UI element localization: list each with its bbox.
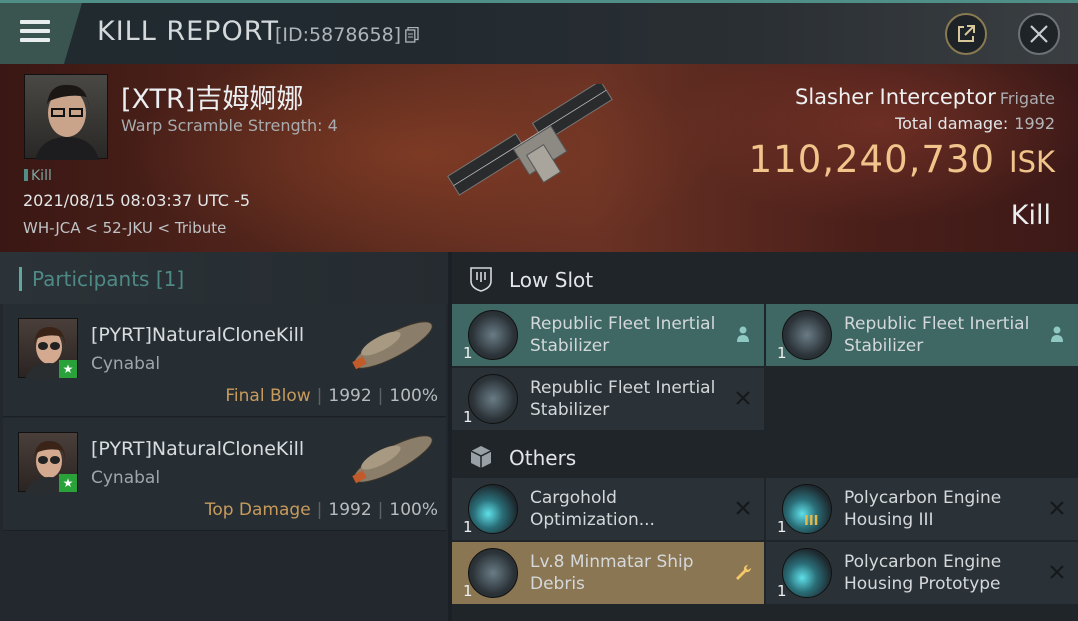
section-others: Others — [452, 430, 1078, 482]
item-slot[interactable]: 1 Lv.8 Minmatar Ship Debris — [452, 542, 764, 604]
participant-role: Top Damage — [204, 500, 311, 520]
wrench-icon — [736, 564, 752, 580]
close-button[interactable] — [1018, 13, 1060, 55]
external-link-icon — [958, 25, 975, 42]
stabilizer-icon — [782, 310, 832, 360]
participant-row[interactable]: ★ [PYRT]NaturalCloneKill Cynabal Final B… — [3, 304, 446, 417]
portrait-image — [35, 84, 99, 160]
ship-name[interactable]: Slasher Interceptor — [795, 85, 996, 109]
item-name: Cargohold Optimization... — [530, 488, 655, 530]
separator: | — [377, 500, 384, 520]
item-quantity: 1 — [463, 582, 473, 600]
damage-value: 1992 — [1014, 114, 1055, 133]
participant-stats: Top Damage | 1992 | 100% — [205, 500, 438, 520]
victim-subtitle: Warp Scramble Strength: 4 — [121, 116, 338, 135]
header-bar: KILL REPORT [ID:5878658] — [0, 0, 1078, 64]
page-title: KILL REPORT — [97, 16, 279, 47]
ship-render — [447, 84, 613, 196]
rig-icon — [782, 548, 832, 598]
kill-summary-banner: [XTR]吉姆婀娜 Warp Scramble Strength: 4 Kill… — [0, 64, 1078, 252]
dropped-person-icon — [1051, 326, 1063, 342]
copy-icon[interactable] — [405, 27, 419, 43]
participant-damage: 1992 — [328, 500, 372, 520]
participant-ship[interactable]: Cynabal — [91, 468, 160, 488]
participant-name[interactable]: [PYRT]NaturalCloneKill — [91, 438, 304, 460]
ship-line: Slasher Interceptor Frigate — [795, 85, 1055, 109]
section-low-slot: Low Slot — [452, 252, 1078, 304]
participants-header: Participants [1] — [0, 252, 448, 304]
item-slot[interactable]: III 1 Polycarbon Engine Housing III — [766, 478, 1078, 540]
standing-badge: ★ — [59, 474, 77, 492]
isk-value: 110,240,730 — [748, 138, 996, 181]
participant-name[interactable]: [PYRT]NaturalCloneKill — [91, 324, 304, 346]
items-panel: Low Slot 1 Republic Fleet Inertial Stabi… — [452, 252, 1078, 621]
menu-button[interactable] — [0, 3, 82, 64]
participant-ship[interactable]: Cynabal — [91, 354, 160, 374]
ship-class: Frigate — [999, 89, 1055, 108]
participants-panel: Participants [1] ★ [PYRT]NaturalCloneKil… — [0, 252, 448, 621]
participants-title: Participants [1] — [32, 267, 185, 291]
item-name: Lv.8 Minmatar Ship Debris — [530, 552, 694, 594]
victim-avatar[interactable] — [24, 74, 108, 160]
separator: | — [316, 386, 323, 406]
item-slot[interactable]: 1 Republic Fleet Inertial Stabilizer — [452, 304, 764, 366]
kill-tag-label: Kill — [31, 168, 52, 184]
low-slot-icon — [470, 267, 492, 292]
kill-timestamp: 2021/08/15 08:03:37 UTC -5 — [23, 191, 251, 210]
isk-unit: ISK — [1009, 145, 1055, 179]
participant-damage: 1992 — [328, 386, 372, 406]
section-title: Low Slot — [509, 268, 594, 292]
destroyed-x-icon — [736, 391, 750, 405]
total-damage: Total damage: 1992 — [895, 114, 1055, 133]
item-quantity: 1 — [463, 518, 473, 536]
share-button[interactable] — [945, 13, 987, 55]
victim-name[interactable]: [XTR]吉姆婀娜 — [121, 77, 303, 116]
item-name: Polycarbon Engine Housing III — [844, 488, 1002, 530]
separator: | — [377, 386, 384, 406]
section-title: Others — [509, 446, 577, 470]
participant-ship-image — [352, 435, 433, 484]
stabilizer-icon — [468, 374, 518, 424]
item-quantity: 1 — [777, 582, 787, 600]
debris-icon — [468, 548, 518, 598]
damage-label: Total damage: — [895, 114, 1009, 133]
participant-percent: 100% — [389, 500, 438, 520]
kill-location[interactable]: WH-JCA < 52-JKU < Tribute — [23, 219, 226, 237]
item-slot[interactable]: 1 Republic Fleet Inertial Stabilizer — [766, 304, 1078, 366]
rig-icon — [468, 484, 518, 534]
result-label: Kill — [1010, 200, 1051, 231]
item-quantity: 1 — [463, 408, 473, 426]
item-quantity: 1 — [777, 518, 787, 536]
item-name: Polycarbon Engine Housing Prototype — [844, 552, 1002, 594]
tech-tier-badge: III — [804, 514, 819, 529]
item-quantity: 1 — [777, 344, 787, 362]
participant-ship-image — [352, 321, 433, 370]
destroyed-x-icon — [1050, 501, 1064, 515]
destroyed-x-icon — [1050, 565, 1064, 579]
destroyed-x-icon — [736, 501, 750, 515]
kill-tag: Kill — [24, 168, 52, 184]
hamburger-icon — [20, 20, 50, 42]
item-name: Republic Fleet Inertial Stabilizer — [530, 378, 716, 420]
item-slot[interactable]: 1 Republic Fleet Inertial Stabilizer — [452, 368, 764, 430]
item-slot[interactable]: 1 Polycarbon Engine Housing Prototype — [766, 542, 1078, 604]
participant-row[interactable]: ★ [PYRT]NaturalCloneKill Cynabal Top Dam… — [3, 418, 446, 531]
item-quantity: 1 — [463, 344, 473, 362]
standing-badge: ★ — [59, 360, 77, 378]
tag-bar — [24, 169, 28, 181]
report-id: [ID:5878658] — [275, 24, 402, 46]
participant-role: Final Blow — [225, 386, 311, 406]
item-name: Republic Fleet Inertial Stabilizer — [530, 314, 716, 356]
close-icon — [1030, 25, 1048, 43]
isk-value-line: 110,240,730 ISK — [749, 138, 1055, 181]
cube-icon — [470, 446, 492, 468]
item-slot[interactable]: 1 Cargohold Optimization... — [452, 478, 764, 540]
stabilizer-icon — [468, 310, 518, 360]
header-accent — [19, 267, 22, 291]
item-name: Republic Fleet Inertial Stabilizer — [844, 314, 1030, 356]
participant-stats: Final Blow | 1992 | 100% — [225, 386, 438, 406]
separator: | — [316, 500, 323, 520]
participant-percent: 100% — [389, 386, 438, 406]
dropped-person-icon — [737, 326, 749, 342]
